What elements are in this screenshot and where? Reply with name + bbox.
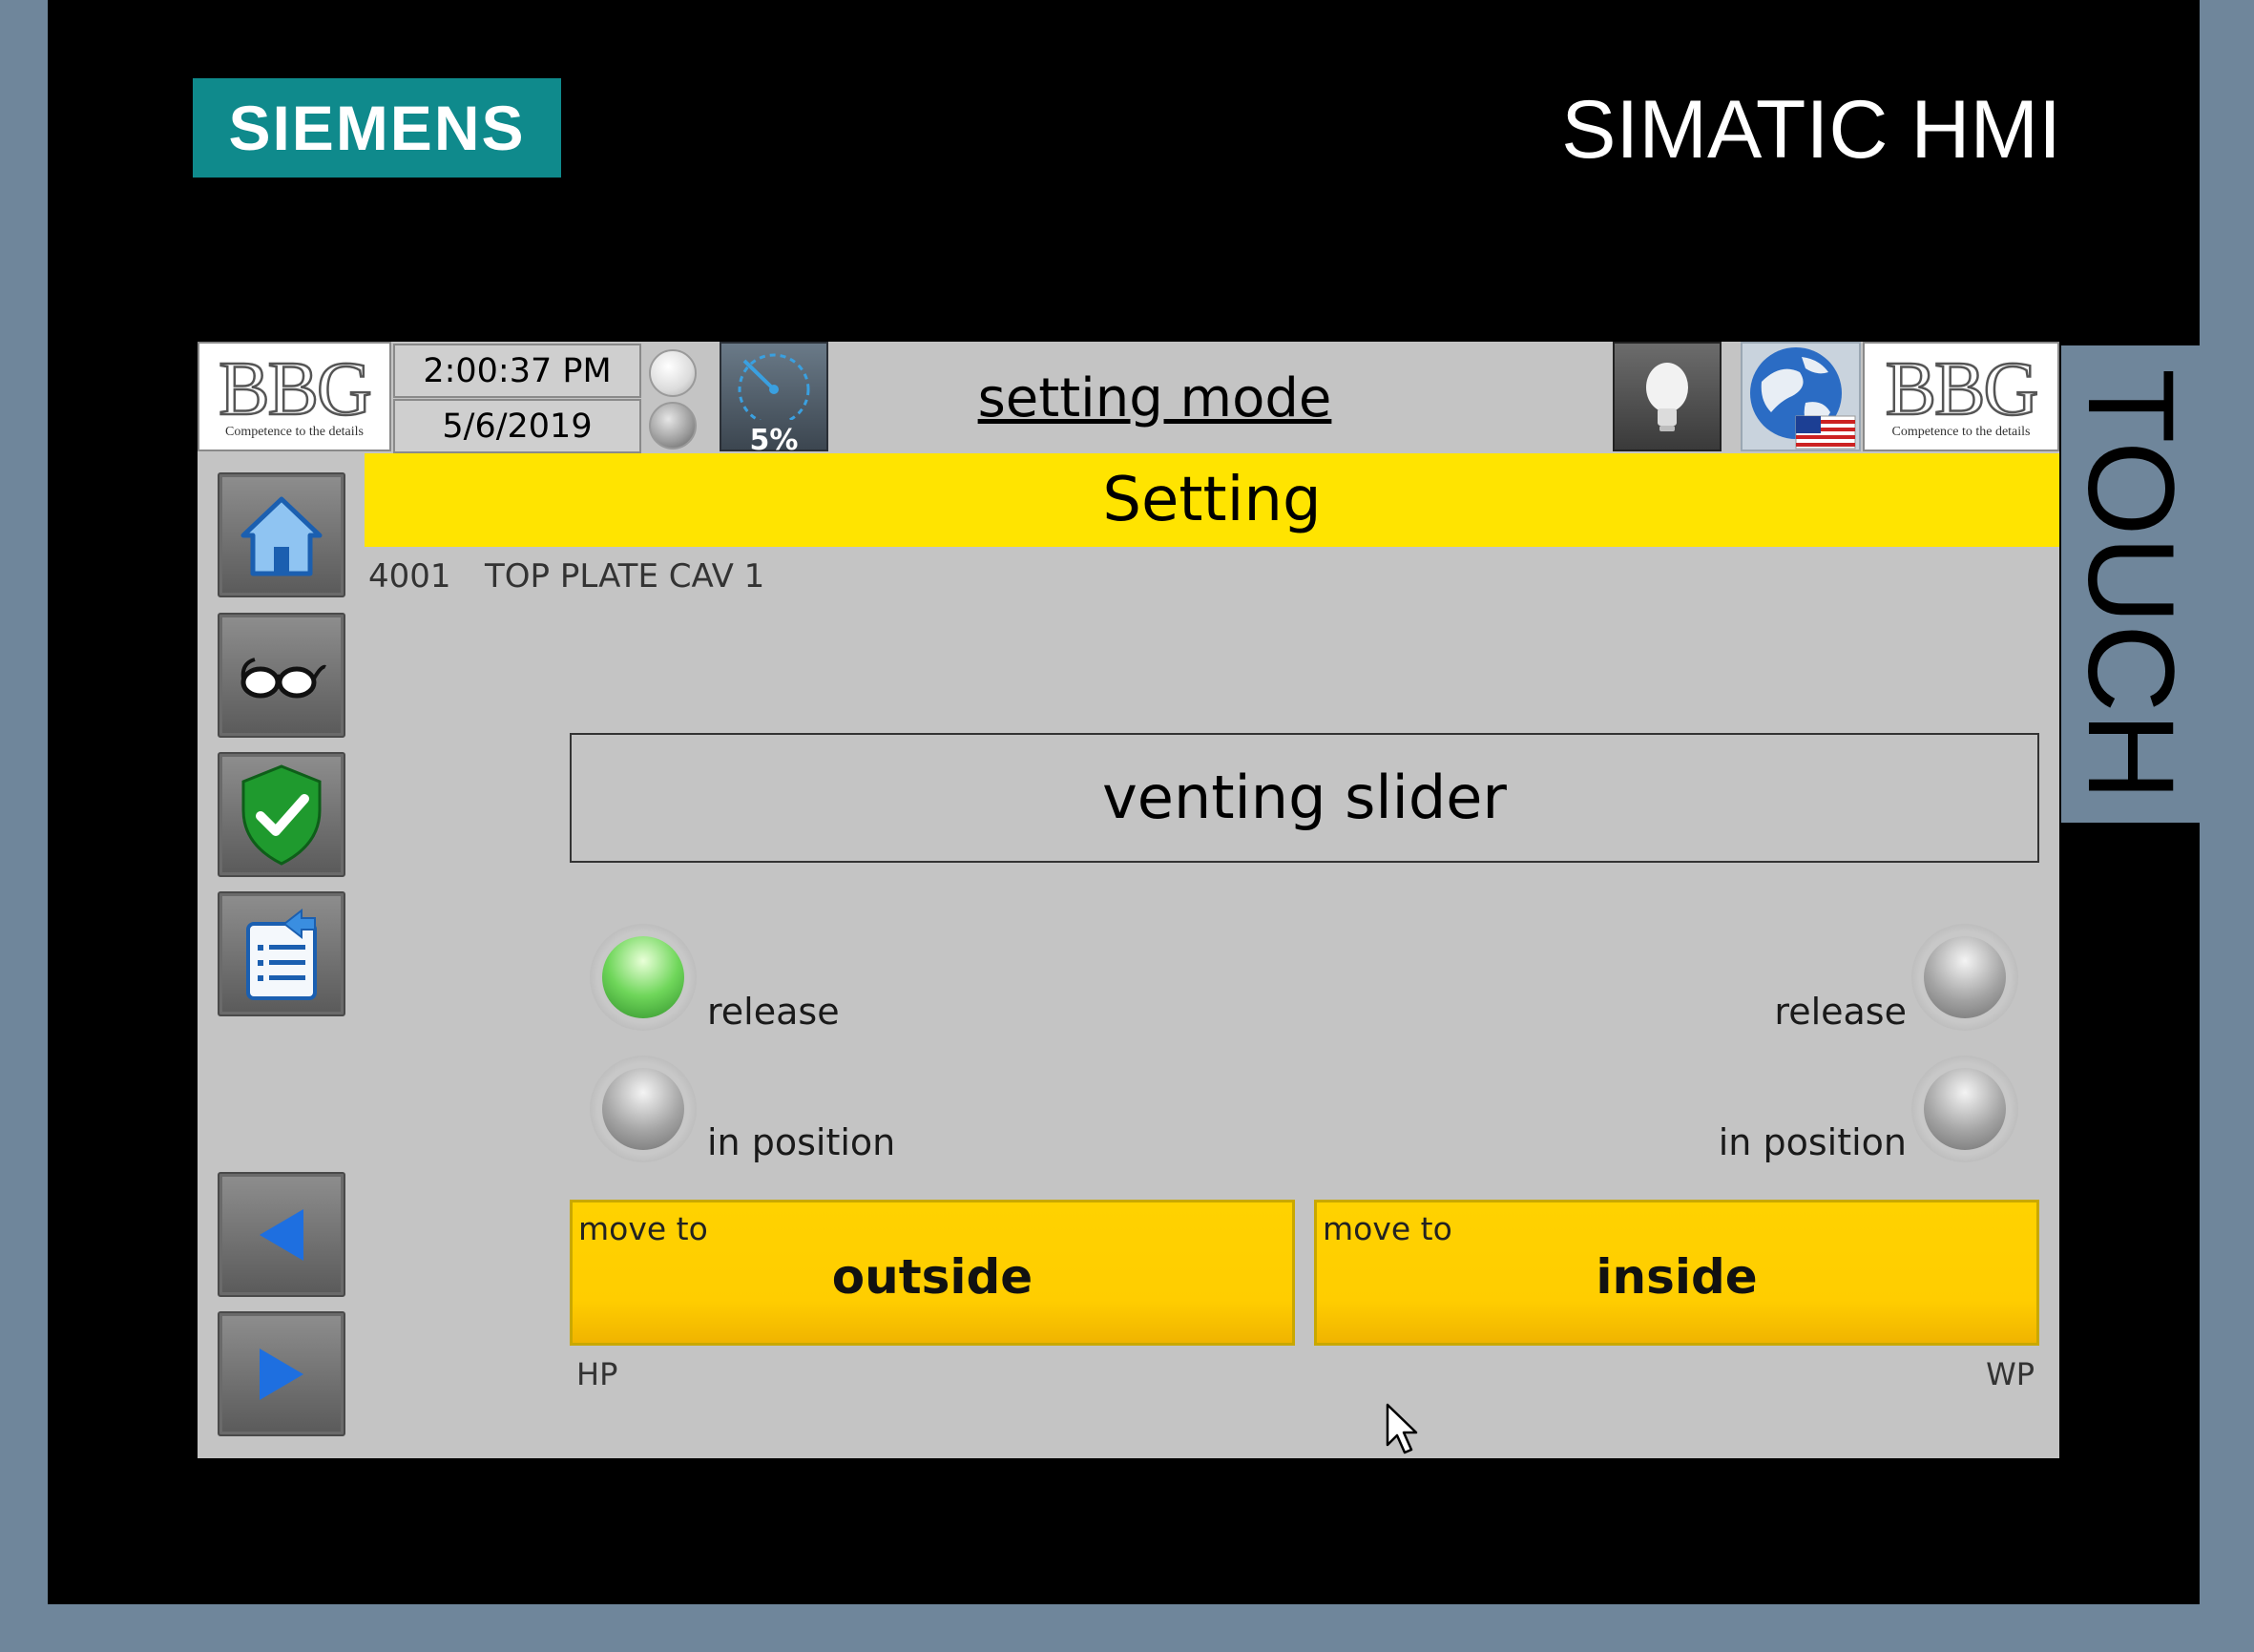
bbg-logo-mark: BBG: [1885, 346, 2040, 431]
arrow-right-icon: [260, 1348, 303, 1400]
wp-label: WP: [1986, 1356, 2035, 1392]
home-icon: [240, 496, 323, 575]
move-inside-button[interactable]: move to inside: [1314, 1200, 2039, 1346]
bbg-logo-tagline: Competence to the details: [1891, 424, 2031, 439]
screen-title: Setting: [365, 453, 2059, 547]
home-button[interactable]: [218, 472, 345, 597]
mode-title: setting mode: [977, 367, 1332, 429]
panel-title: venting slider: [570, 733, 2039, 863]
date-display: 5/6/2019: [393, 399, 641, 453]
brand-text: SIEMENS: [228, 93, 526, 163]
speed-override-button[interactable]: 5%: [720, 342, 828, 457]
right-in-position-label: in position: [1718, 1121, 1907, 1163]
touch-label-text: TOUCH: [2062, 367, 2199, 801]
clock-display: 2:00:37 PM: [393, 344, 641, 398]
status-lamp-top: [649, 349, 697, 397]
checklist-button[interactable]: [218, 891, 345, 1016]
next-button[interactable]: [218, 1311, 345, 1436]
globe-icon: [1750, 347, 1856, 450]
mouse-cursor-icon: [1386, 1403, 1418, 1454]
bbg-logo-mark: BBG: [218, 346, 373, 431]
move-inside-caption: move to: [1323, 1210, 1452, 1247]
right-release-label: release: [1774, 991, 1907, 1033]
bbg-logo-right: BBG Competence to the details: [1863, 342, 2059, 451]
view-button[interactable]: [218, 613, 345, 738]
speed-percent: 5%: [749, 424, 799, 457]
move-outside-button[interactable]: move to outside: [570, 1200, 1295, 1346]
previous-button[interactable]: [218, 1172, 345, 1297]
language-button[interactable]: [1741, 342, 1861, 451]
safety-button[interactable]: [218, 752, 345, 877]
lamp-test-button[interactable]: [1613, 342, 1722, 451]
station-number: 4001: [368, 557, 451, 596]
left-release-indicator: [590, 924, 697, 1031]
shield-check-icon: [241, 763, 322, 866]
product-title: SIMATIC HMI: [1561, 84, 2061, 176]
left-in-position-label: in position: [707, 1121, 896, 1163]
move-outside-caption: move to: [578, 1210, 708, 1247]
move-inside-label: inside: [1596, 1249, 1758, 1305]
siemens-logo: SIEMENS: [193, 78, 561, 178]
arrow-left-icon: [260, 1208, 303, 1261]
left-in-position-indicator: [590, 1056, 697, 1162]
right-release-indicator: [1911, 924, 2018, 1031]
status-lamp-bottom: [649, 402, 697, 450]
bbg-logo-left: BBG Competence to the details: [198, 342, 391, 451]
bbg-logo-tagline: Competence to the details: [224, 424, 364, 439]
gauge-icon: [738, 353, 810, 426]
light-bulb-icon: [1646, 362, 1688, 431]
left-release-label: release: [707, 991, 840, 1033]
time-text: 2:00:37 PM: [423, 351, 612, 390]
date-text: 5/6/2019: [442, 407, 593, 446]
hp-label: HP: [576, 1356, 618, 1392]
move-outside-label: outside: [831, 1249, 1033, 1305]
checklist-icon: [246, 908, 317, 1000]
touch-label: TOUCH: [2061, 345, 2200, 823]
right-in-position-indicator: [1911, 1056, 2018, 1162]
station-name: TOP PLATE CAV 1: [485, 557, 765, 596]
glasses-icon: [240, 657, 326, 698]
